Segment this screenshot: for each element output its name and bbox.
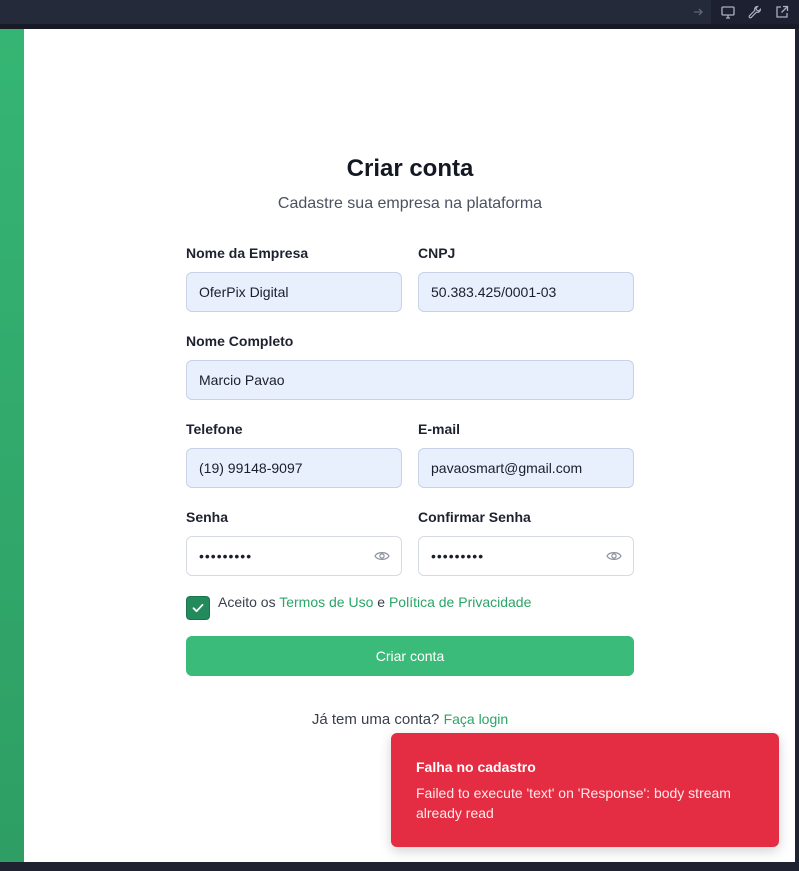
confirm-password-field[interactable]: ••••••••• bbox=[418, 536, 634, 576]
company-name-field[interactable]: OferPix Digital bbox=[186, 272, 402, 312]
cnpj-label: CNPJ bbox=[418, 245, 456, 261]
show-password-eye-icon[interactable] bbox=[373, 549, 391, 563]
terms-of-use-link[interactable]: Termos de Uso bbox=[279, 594, 373, 610]
error-toast[interactable]: Falha no cadastro Failed to execute 'tex… bbox=[391, 733, 779, 847]
email-field[interactable]: pavaosmart@gmail.com bbox=[418, 448, 634, 488]
phone-field[interactable]: (19) 99148-9097 bbox=[186, 448, 402, 488]
password-field[interactable]: ••••••••• bbox=[186, 536, 402, 576]
toast-message: Failed to execute 'text' on 'Response': … bbox=[416, 785, 731, 821]
password-label: Senha bbox=[186, 509, 229, 525]
cnpj-field[interactable]: 50.383.425/0001-03 bbox=[418, 272, 634, 312]
login-prompt-text: Já tem uma conta? bbox=[311, 711, 444, 728]
checkmark-icon bbox=[192, 603, 204, 613]
window-edge-bottom bbox=[0, 862, 799, 871]
full-name-field[interactable]: Marcio Pavao bbox=[186, 360, 634, 400]
terms-checkbox[interactable] bbox=[186, 596, 210, 620]
terms-conjunction: e bbox=[373, 594, 389, 610]
window-edge-right bbox=[795, 29, 799, 871]
monitor-icon[interactable] bbox=[719, 3, 737, 21]
arrow-right-icon[interactable] bbox=[690, 4, 706, 20]
page-title: Criar conta bbox=[346, 155, 474, 182]
email-label: E-mail bbox=[418, 421, 461, 437]
top-toolbar bbox=[0, 0, 799, 29]
create-account-button[interactable]: Criar conta bbox=[186, 636, 634, 676]
page-subtitle: Cadastre sua empresa na plataforma bbox=[277, 195, 543, 212]
login-link[interactable]: Faça login bbox=[444, 711, 509, 727]
toolbar-icon-group bbox=[711, 0, 799, 24]
external-link-icon[interactable] bbox=[773, 3, 791, 21]
phone-label: Telefone bbox=[186, 421, 243, 437]
terms-prefix: Aceito os bbox=[218, 594, 280, 610]
privacy-policy-link[interactable]: Política de Privacidade bbox=[389, 594, 531, 610]
company-name-label: Nome da Empresa bbox=[186, 245, 309, 261]
show-confirm-password-eye-icon[interactable] bbox=[605, 549, 623, 563]
brand-side-panel bbox=[0, 29, 24, 862]
full-name-label: Nome Completo bbox=[186, 333, 294, 349]
login-prompt: Já tem uma conta? Faça login bbox=[186, 711, 634, 728]
wrench-icon[interactable] bbox=[746, 3, 764, 21]
terms-text: Aceito os Termos de Uso e Política de Pr… bbox=[218, 594, 531, 610]
confirm-password-label: Confirmar Senha bbox=[418, 509, 531, 525]
toast-title: Falha no cadastro bbox=[416, 759, 536, 775]
